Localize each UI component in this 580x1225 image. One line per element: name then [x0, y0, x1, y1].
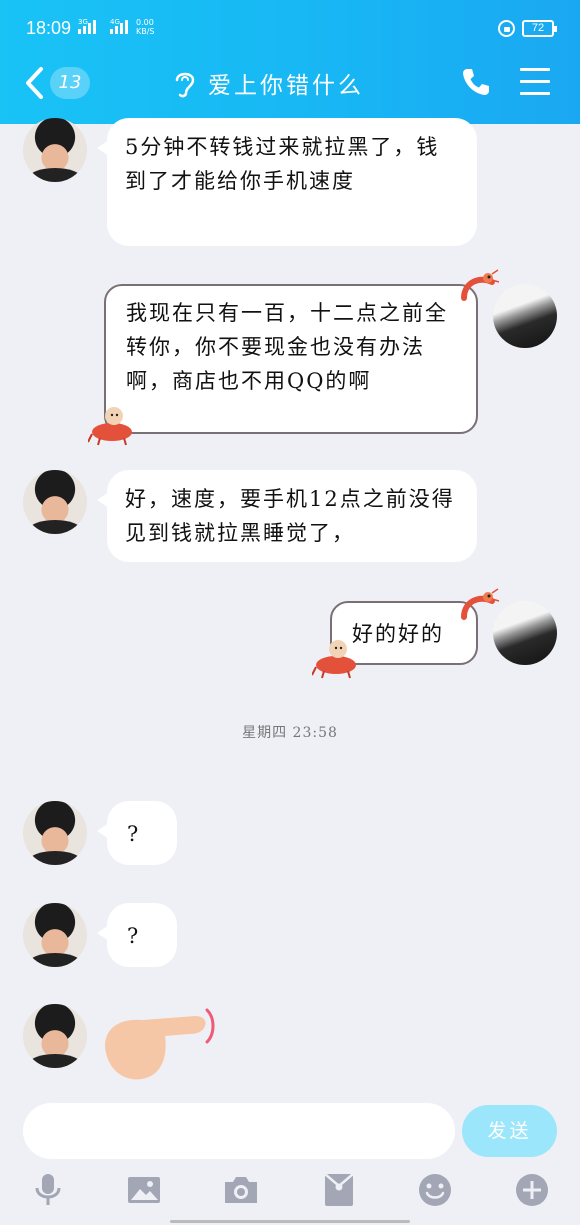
shrimp-decoration-icon	[461, 588, 500, 620]
message-text: ?	[127, 822, 141, 846]
message-bubble[interactable]: ?	[97, 903, 177, 967]
send-button[interactable]: 发送	[462, 1105, 557, 1157]
rotation-lock-icon	[498, 20, 515, 37]
shrimp-decoration-icon	[88, 407, 132, 446]
plus-icon[interactable]	[514, 1172, 550, 1208]
battery-icon: 72	[522, 20, 557, 37]
message-bubble[interactable]: 5分钟不转钱过来就拉黑了，钱到了才能给你手机速度	[97, 118, 477, 246]
input-area: 发送	[0, 1090, 580, 1225]
ear-icon[interactable]	[172, 68, 198, 98]
message-text: 好，速度，要手机12点之前没得见到钱就拉黑睡觉了，	[125, 487, 455, 545]
signal-icon: 4G	[110, 18, 128, 34]
message-text: ?	[127, 924, 141, 948]
emoji-icon[interactable]	[417, 1172, 453, 1208]
back-arrow-icon[interactable]	[24, 66, 46, 100]
friend-avatar[interactable]	[23, 801, 87, 865]
chat-timestamp: 星期四 23:58	[242, 725, 338, 741]
message-text: 我现在只有一百，十二点之前全转你，你不要现金也没有办法啊，商店也不用QQ的啊	[126, 301, 448, 393]
net-speed: 0.00 KB/S	[136, 18, 155, 36]
microphone-icon[interactable]	[30, 1172, 66, 1208]
message-text: 5分钟不转钱过来就拉黑了，钱到了才能给你手机速度	[125, 135, 440, 193]
image-icon[interactable]	[126, 1172, 162, 1208]
message-bubble[interactable]: 好，速度，要手机12点之前没得见到钱就拉黑睡觉了，	[97, 470, 477, 562]
friend-avatar[interactable]	[23, 118, 87, 182]
pointing-finger-sticker[interactable]	[103, 1006, 219, 1082]
camera-icon[interactable]	[223, 1172, 259, 1208]
red-envelope-icon[interactable]	[321, 1172, 357, 1208]
shrimp-decoration-icon	[312, 640, 356, 679]
message-bubble[interactable]: 我现在只有一百，十二点之前全转你，你不要现金也没有办法啊，商店也不用QQ的啊	[104, 284, 478, 434]
message-bubble[interactable]: ?	[97, 801, 177, 865]
status-bar: 18:09 3G 4G 0.00 KB/S 72	[0, 0, 580, 56]
my-avatar[interactable]	[493, 284, 557, 348]
status-time: 18:09	[26, 18, 72, 38]
chat-header: 18:09 3G 4G 0.00 KB/S 72 13 爱上你错什么	[0, 0, 580, 124]
phone-icon[interactable]	[460, 66, 492, 98]
home-indicator[interactable]	[170, 1220, 410, 1223]
friend-avatar[interactable]	[23, 470, 87, 534]
friend-avatar[interactable]	[23, 1004, 87, 1068]
my-avatar[interactable]	[493, 601, 557, 665]
chat-title: 爱上你错什么	[208, 73, 364, 99]
message-input[interactable]	[23, 1103, 455, 1159]
unread-badge[interactable]: 13	[50, 67, 90, 99]
menu-icon[interactable]	[520, 68, 550, 96]
signal-icon: 3G	[78, 18, 96, 34]
input-toolbar	[0, 1172, 580, 1212]
shrimp-decoration-icon	[461, 269, 500, 301]
friend-avatar[interactable]	[23, 903, 87, 967]
